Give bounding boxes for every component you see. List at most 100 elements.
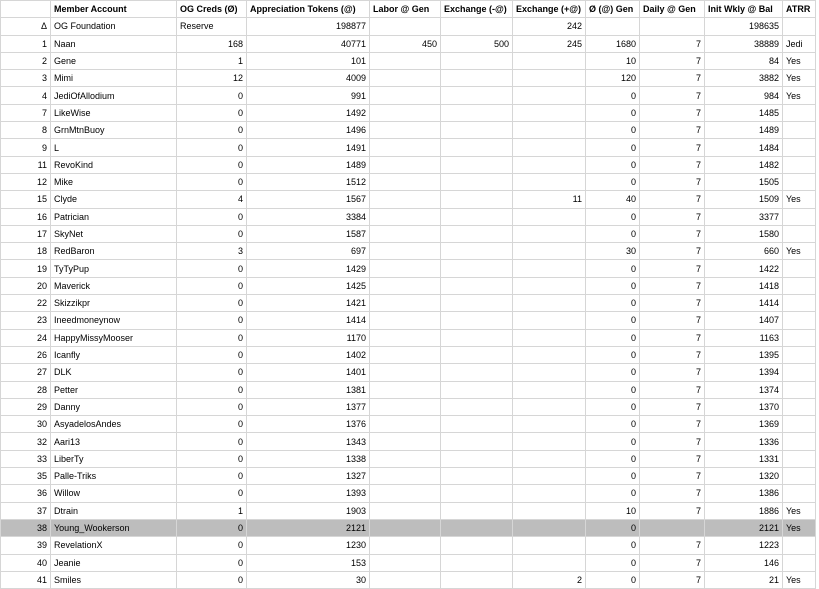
cell-og-creds[interactable]: 0 xyxy=(176,397,247,417)
cell-o-gen[interactable]: 0 xyxy=(585,432,640,451)
cell-labor-gen[interactable] xyxy=(369,397,441,417)
cell-appreciation-tokens[interactable]: 1567 xyxy=(246,190,370,209)
cell-member-account[interactable]: L xyxy=(50,138,177,157)
cell-labor-gen[interactable] xyxy=(369,501,441,520)
cell-row-index[interactable]: 40 xyxy=(0,553,51,572)
cell-init-wkly-bal[interactable]: 1370 xyxy=(704,397,783,417)
cell-appreciation-tokens[interactable]: 1425 xyxy=(246,276,370,296)
cell-o-gen[interactable]: 0 xyxy=(585,518,640,538)
cell-o-gen[interactable]: 0 xyxy=(585,397,640,417)
cell-exchange-plus[interactable] xyxy=(512,69,586,88)
cell-daily-gen[interactable]: 7 xyxy=(639,242,705,261)
cell-appreciation-tokens[interactable]: 1377 xyxy=(246,397,370,417)
table-row[interactable]: 11 RevoKind 0 1489 0 7 1482 xyxy=(0,155,816,174)
cell-exchange-minus[interactable] xyxy=(440,570,513,589)
header-init-wkly-bal[interactable]: Init Wkly @ Bal xyxy=(704,0,783,19)
cell-labor-gen[interactable] xyxy=(369,536,441,555)
cell-daily-gen[interactable]: 7 xyxy=(639,380,705,399)
cell-exchange-minus[interactable] xyxy=(440,17,513,36)
cell-init-wkly-bal[interactable]: 1336 xyxy=(704,432,783,451)
cell-exchange-plus[interactable] xyxy=(512,276,586,296)
table-row[interactable]: 30 AsyadelosAndes 0 1376 0 7 1369 xyxy=(0,415,816,434)
cell-og-creds[interactable]: 4 xyxy=(176,190,247,209)
cell-exchange-minus[interactable] xyxy=(440,86,513,105)
cell-atrr[interactable] xyxy=(782,536,816,555)
cell-row-index[interactable]: 22 xyxy=(0,294,51,313)
cell-og-creds[interactable]: 0 xyxy=(176,518,247,538)
cell-labor-gen[interactable] xyxy=(369,518,441,538)
cell-atrr[interactable] xyxy=(782,345,816,365)
cell-init-wkly-bal[interactable]: 1320 xyxy=(704,467,783,486)
cell-init-wkly-bal[interactable]: 1422 xyxy=(704,259,783,278)
cell-atrr[interactable] xyxy=(782,259,816,278)
cell-row-index[interactable]: 39 xyxy=(0,536,51,555)
cell-row-index[interactable]: 1 xyxy=(0,34,51,53)
cell-row-index[interactable]: 2 xyxy=(0,51,51,71)
cell-row-index[interactable]: 36 xyxy=(0,484,51,503)
cell-member-account[interactable]: Willow xyxy=(50,484,177,503)
cell-exchange-minus[interactable] xyxy=(440,172,513,192)
cell-daily-gen[interactable]: 7 xyxy=(639,34,705,53)
cell-og-creds[interactable]: 0 xyxy=(176,380,247,399)
cell-og-creds[interactable]: 0 xyxy=(176,207,247,226)
cell-daily-gen[interactable]: 7 xyxy=(639,155,705,174)
cell-member-account[interactable]: Aari13 xyxy=(50,432,177,451)
cell-init-wkly-bal[interactable]: 1407 xyxy=(704,311,783,330)
cell-og-creds[interactable]: 3 xyxy=(176,242,247,261)
cell-row-index[interactable]: 11 xyxy=(0,155,51,174)
cell-init-wkly-bal[interactable]: 1886 xyxy=(704,501,783,520)
cell-daily-gen[interactable]: 7 xyxy=(639,103,705,123)
cell-exchange-minus[interactable] xyxy=(440,449,513,469)
cell-daily-gen[interactable]: 7 xyxy=(639,86,705,105)
cell-member-account[interactable]: Young_Wookerson xyxy=(50,518,177,538)
cell-init-wkly-bal[interactable]: 1369 xyxy=(704,415,783,434)
cell-row-index[interactable]: 19 xyxy=(0,259,51,278)
cell-member-account[interactable]: SkyNet xyxy=(50,224,177,244)
cell-og-creds[interactable]: 0 xyxy=(176,345,247,365)
cell-atrr[interactable] xyxy=(782,553,816,572)
cell-init-wkly-bal[interactable]: 1395 xyxy=(704,345,783,365)
cell-member-account[interactable]: Clyde xyxy=(50,190,177,209)
cell-exchange-minus[interactable]: 500 xyxy=(440,34,513,53)
table-row[interactable]: 32 Aari13 0 1343 0 7 1336 xyxy=(0,432,816,451)
cell-o-gen[interactable]: 40 xyxy=(585,190,640,209)
cell-labor-gen[interactable]: 450 xyxy=(369,34,441,53)
cell-exchange-plus[interactable] xyxy=(512,155,586,174)
cell-appreciation-tokens[interactable]: 1414 xyxy=(246,311,370,330)
cell-og-creds[interactable]: 0 xyxy=(176,536,247,555)
cell-member-account[interactable]: Mimi xyxy=(50,69,177,88)
cell-og-creds[interactable]: 0 xyxy=(176,484,247,503)
cell-daily-gen[interactable]: 7 xyxy=(639,536,705,555)
cell-daily-gen[interactable]: 7 xyxy=(639,276,705,296)
cell-og-creds[interactable]: 0 xyxy=(176,259,247,278)
cell-member-account[interactable]: Patrician xyxy=(50,207,177,226)
cell-daily-gen[interactable]: 7 xyxy=(639,328,705,347)
cell-exchange-plus[interactable]: 242 xyxy=(512,17,586,36)
cell-member-account[interactable]: Jeanie xyxy=(50,553,177,572)
cell-og-creds[interactable]: Reserve xyxy=(176,17,247,36)
cell-appreciation-tokens[interactable]: 1170 xyxy=(246,328,370,347)
cell-atrr[interactable] xyxy=(782,172,816,192)
cell-labor-gen[interactable] xyxy=(369,553,441,572)
table-row[interactable]: 16 Patrician 0 3384 0 7 3377 xyxy=(0,207,816,226)
cell-exchange-plus[interactable] xyxy=(512,467,586,486)
cell-og-creds[interactable]: 0 xyxy=(176,138,247,157)
cell-o-gen[interactable]: 0 xyxy=(585,276,640,296)
cell-row-index[interactable]: 35 xyxy=(0,467,51,486)
cell-daily-gen[interactable]: 7 xyxy=(639,51,705,71)
cell-og-creds[interactable]: 0 xyxy=(176,570,247,589)
cell-o-gen[interactable]: 30 xyxy=(585,242,640,261)
cell-appreciation-tokens[interactable]: 153 xyxy=(246,553,370,572)
cell-og-creds[interactable]: 0 xyxy=(176,103,247,123)
cell-og-creds[interactable]: 0 xyxy=(176,311,247,330)
cell-appreciation-tokens[interactable]: 1903 xyxy=(246,501,370,520)
cell-og-creds[interactable]: 0 xyxy=(176,363,247,382)
cell-exchange-plus[interactable] xyxy=(512,86,586,105)
cell-atrr[interactable] xyxy=(782,484,816,503)
cell-labor-gen[interactable] xyxy=(369,432,441,451)
cell-atrr[interactable] xyxy=(782,121,816,140)
cell-daily-gen[interactable]: 7 xyxy=(639,397,705,417)
header-labor-gen[interactable]: Labor @ Gen xyxy=(369,0,441,19)
cell-exchange-minus[interactable] xyxy=(440,242,513,261)
cell-init-wkly-bal[interactable]: 1489 xyxy=(704,121,783,140)
